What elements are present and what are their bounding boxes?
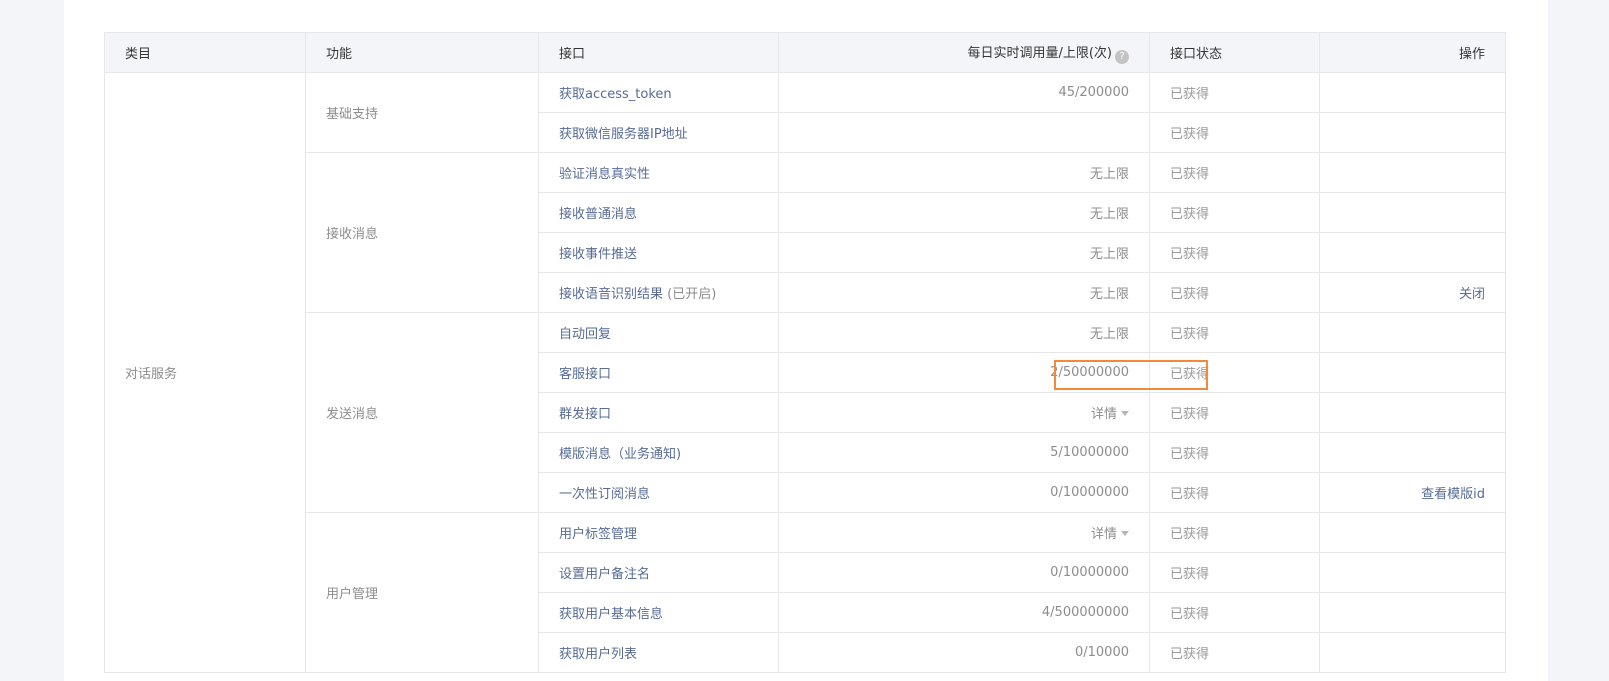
status-value: 已获得 [1149, 512, 1320, 553]
status-value: 已获得 [1149, 552, 1320, 593]
function-cell-send: 发送消息 [305, 312, 539, 513]
status-value: 已获得 [1149, 192, 1320, 233]
function-cell-receive: 接收消息 [305, 152, 539, 313]
api-name[interactable]: 验证消息真实性 [538, 152, 779, 193]
api-name[interactable]: 自动回复 [538, 312, 779, 353]
operation-cell [1319, 512, 1506, 553]
header-operation: 操作 [1319, 32, 1506, 73]
operation-cell [1319, 112, 1506, 153]
api-name[interactable]: 获取微信服务器IP地址 [538, 112, 779, 153]
api-name[interactable]: 获取用户列表 [538, 632, 779, 673]
api-name[interactable]: 获取access_token [538, 72, 779, 113]
status-value: 已获得 [1149, 352, 1320, 393]
usage-value: 无上限 [778, 272, 1150, 313]
caret-down-icon [1121, 411, 1129, 416]
operation-cell [1319, 72, 1506, 113]
header-api: 接口 [538, 32, 779, 73]
disable-link[interactable]: 关闭 [1459, 287, 1485, 302]
api-name-cell: 接收语音识别结果 (已开启) [538, 272, 779, 313]
status-value: 已获得 [1149, 112, 1320, 153]
operation-cell [1319, 592, 1506, 633]
usage-value: 无上限 [778, 232, 1150, 273]
operation-cell [1319, 392, 1506, 433]
usage-detail-toggle[interactable]: 详情 [1091, 407, 1129, 422]
usage-detail-cell: 详情 [778, 392, 1150, 433]
api-name[interactable]: 接收事件推送 [538, 232, 779, 273]
operation-cell: 查看模版id [1319, 472, 1506, 513]
operation-cell: 关闭 [1319, 272, 1506, 313]
api-name[interactable]: 接收普通消息 [538, 192, 779, 233]
api-name[interactable]: 获取用户基本信息 [538, 592, 779, 633]
usage-detail-label: 详情 [1090, 527, 1117, 542]
table-row: 用户管理 用户标签管理 详情 已获得 [105, 512, 1506, 673]
question-circle-icon[interactable]: ? [1115, 49, 1129, 64]
function-cell-user: 用户管理 [305, 512, 539, 673]
api-name[interactable]: 接收语音识别结果 [559, 287, 663, 302]
api-name[interactable]: 群发接口 [538, 392, 779, 433]
status-value: 已获得 [1149, 392, 1320, 433]
table-header-row: 类目 功能 接口 每日实时调用量/上限(次)? 接口状态 操作 [104, 32, 1506, 73]
api-name[interactable]: 模版消息（业务通知) [538, 432, 779, 473]
api-name[interactable]: 客服接口 [538, 352, 779, 393]
usage-detail-toggle[interactable]: 详情 [1091, 527, 1129, 542]
enabled-status-text: (已开启) [663, 287, 717, 302]
operation-cell [1319, 432, 1506, 473]
header-usage: 每日实时调用量/上限(次)? [778, 32, 1150, 73]
usage-value: 无上限 [778, 192, 1150, 233]
api-name[interactable]: 设置用户备注名 [538, 552, 779, 593]
operation-cell [1319, 632, 1506, 673]
usage-value: 45/200000 [778, 72, 1150, 113]
status-value: 已获得 [1149, 632, 1320, 673]
api-name[interactable]: 用户标签管理 [538, 512, 779, 553]
header-category: 类目 [104, 32, 306, 73]
status-value: 已获得 [1149, 432, 1320, 473]
status-value: 已获得 [1149, 592, 1320, 633]
category-cell: 对话服务 [104, 72, 306, 673]
usage-value: 0/10000 [778, 632, 1150, 673]
usage-detail-label: 详情 [1090, 407, 1117, 422]
table-row: 对话服务 基础支持 获取access_token 45/200000 已获得 [104, 72, 1506, 673]
header-status: 接口状态 [1149, 32, 1320, 73]
status-value: 已获得 [1149, 232, 1320, 273]
api-name[interactable]: 一次性订阅消息 [538, 472, 779, 513]
table-row: 接收消息 验证消息真实性 无上限 已获得 [105, 152, 1506, 313]
usage-value: 无上限 [778, 152, 1150, 193]
header-usage-label: 每日实时调用量/上限(次) [967, 45, 1112, 61]
usage-value: 0/10000000 [778, 552, 1150, 593]
usage-value: 0/10000000 [778, 472, 1150, 513]
usage-value: 无上限 [778, 312, 1150, 353]
operation-cell [1319, 152, 1506, 193]
status-value: 已获得 [1149, 312, 1320, 353]
operation-cell [1319, 192, 1506, 233]
status-value: 已获得 [1149, 152, 1320, 193]
header-function: 功能 [305, 32, 539, 73]
operation-cell [1319, 352, 1506, 393]
api-permissions-table: 类目 功能 接口 每日实时调用量/上限(次)? 接口状态 操作 对话服务 基础支… [104, 32, 1506, 673]
usage-value: 4/500000000 [778, 592, 1150, 633]
usage-value: 5/10000000 [778, 432, 1150, 473]
function-cell-basic: 基础支持 [305, 72, 539, 153]
usage-value: 2/50000000 [778, 352, 1150, 393]
operation-cell [1319, 552, 1506, 593]
table-row: 发送消息 自动回复 无上限 已获得 [105, 312, 1506, 513]
status-value: 已获得 [1149, 72, 1320, 113]
operation-cell [1319, 312, 1506, 353]
view-template-id-link[interactable]: 查看模版id [1421, 487, 1485, 502]
operation-cell [1319, 232, 1506, 273]
caret-down-icon [1121, 531, 1129, 536]
usage-value [778, 112, 1150, 153]
status-value: 已获得 [1149, 272, 1320, 313]
status-value: 已获得 [1149, 472, 1320, 513]
usage-detail-cell: 详情 [778, 512, 1150, 553]
